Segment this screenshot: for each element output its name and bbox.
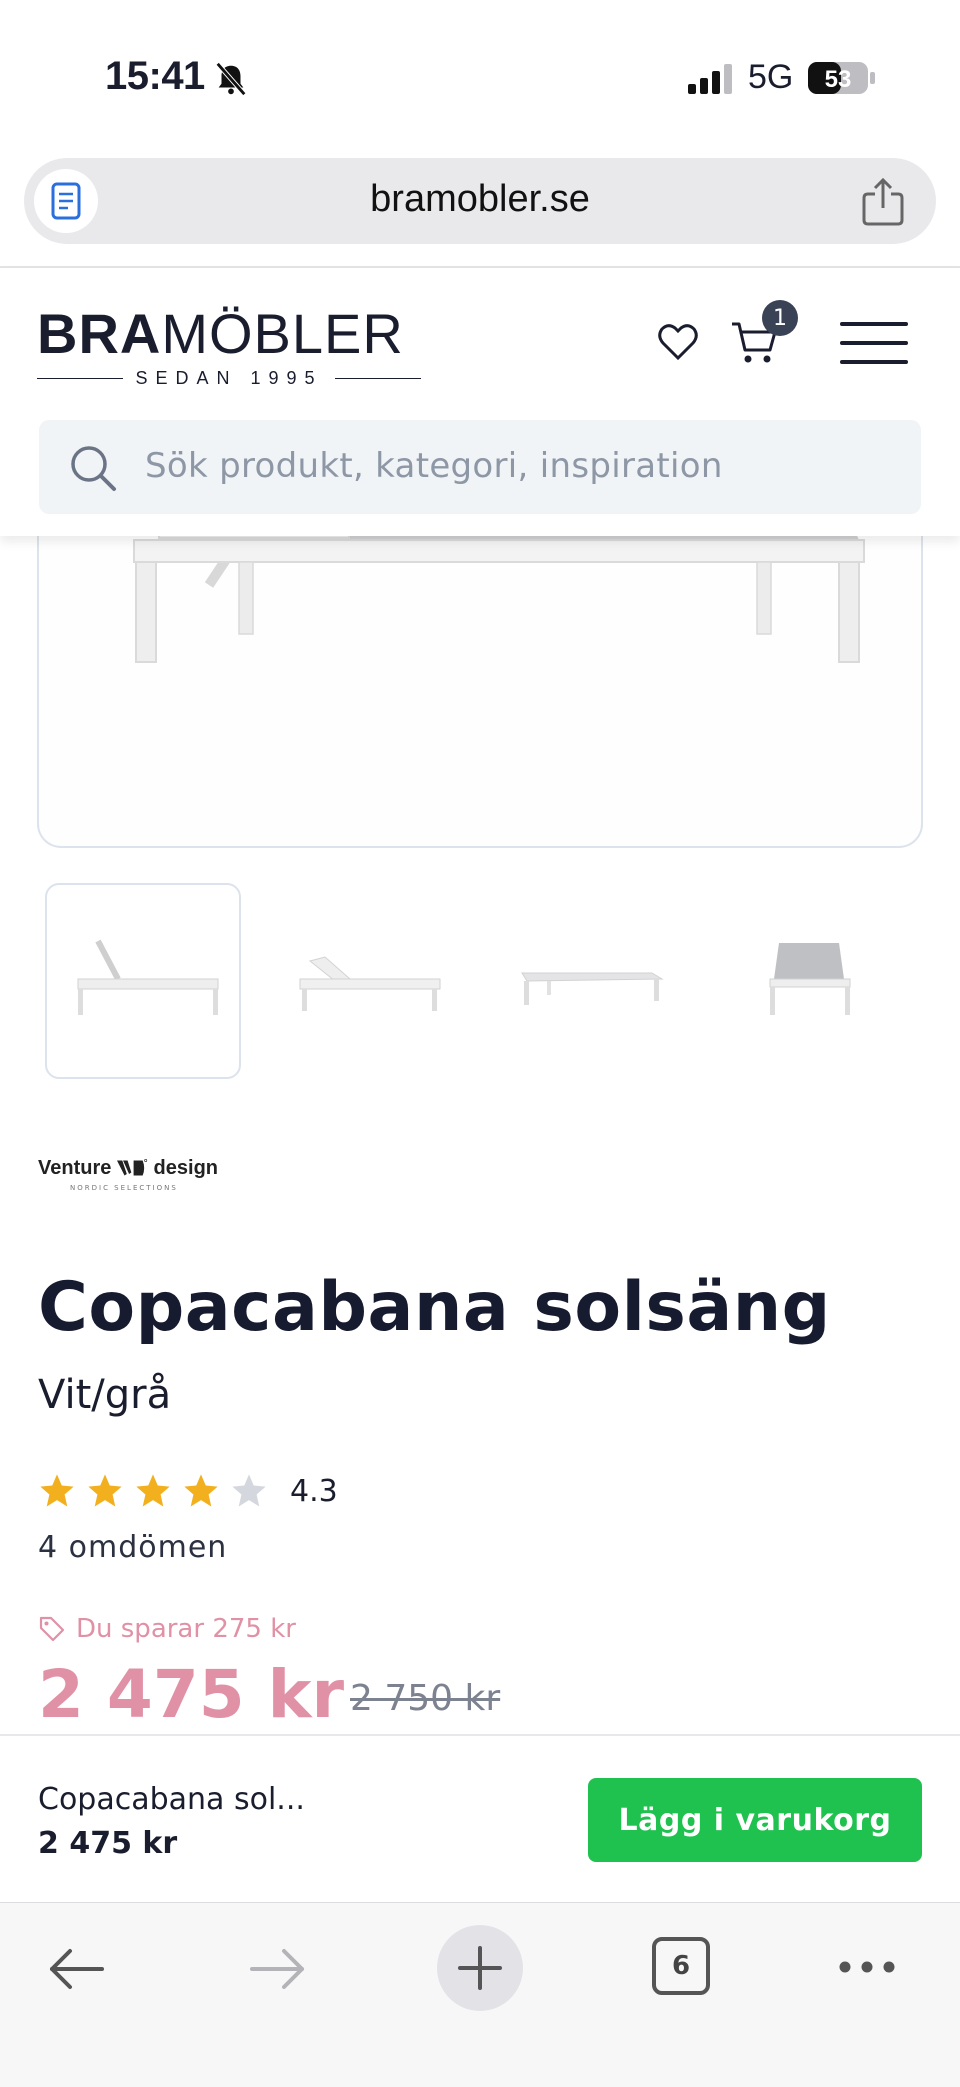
logo-rule-right bbox=[334, 377, 421, 380]
savings-label: Du sparar 275 kr bbox=[38, 1614, 296, 1644]
product-variant: Vit/grå bbox=[38, 1372, 172, 1418]
back-arrow-icon[interactable] bbox=[46, 1947, 106, 1991]
network-label: 5G bbox=[748, 58, 794, 96]
battery-level: 53 bbox=[825, 66, 852, 93]
site-header: BRAMÖBLER SEDAN 1995 1 Sök produkt, kate… bbox=[0, 268, 960, 536]
tabs-button[interactable]: 6 bbox=[652, 1937, 710, 1995]
signal-icon bbox=[688, 64, 732, 94]
sticky-product-price: 2 475 kr bbox=[38, 1826, 178, 1861]
original-price: 2 750 kr bbox=[350, 1678, 501, 1719]
thumbnail-1[interactable] bbox=[45, 883, 241, 1079]
share-icon[interactable] bbox=[860, 178, 906, 226]
brand-tagline: NORDIC SELECTIONS bbox=[70, 1184, 178, 1192]
forward-arrow-icon[interactable] bbox=[248, 1947, 308, 1991]
savings-text: Du sparar 275 kr bbox=[76, 1614, 296, 1644]
star-empty-icon bbox=[232, 1474, 266, 1507]
star-icon bbox=[40, 1474, 74, 1507]
brand-mark-icon bbox=[117, 1159, 148, 1176]
status-time: 15:41 bbox=[105, 54, 205, 98]
rating-value: 4.3 bbox=[290, 1473, 338, 1509]
thumbnail-image bbox=[77, 939, 219, 1015]
thumbnail-3[interactable] bbox=[489, 883, 685, 1079]
logo-rule-left bbox=[37, 377, 124, 380]
address-bar[interactable]: bramobler.se bbox=[24, 158, 936, 244]
battery-icon: 53 bbox=[808, 62, 875, 94]
search-icon bbox=[71, 446, 116, 491]
thumbnail-4[interactable] bbox=[711, 883, 907, 1079]
price-tag-icon bbox=[39, 1616, 65, 1642]
url-text[interactable]: bramobler.se bbox=[24, 178, 936, 221]
browser-toolbar: 6 bbox=[0, 1902, 960, 2087]
search-placeholder: Sök produkt, kategori, inspiration bbox=[145, 446, 723, 486]
search-input[interactable]: Sök produkt, kategori, inspiration bbox=[39, 420, 921, 514]
plus-icon bbox=[458, 1946, 502, 1990]
thumbnail-2[interactable] bbox=[267, 883, 463, 1079]
star-icon bbox=[136, 1474, 170, 1507]
wishlist-heart-icon[interactable] bbox=[656, 320, 700, 364]
sticky-cart-bar: Copacabana sol... 2 475 kr Lägg i varuko… bbox=[0, 1734, 960, 1902]
more-icon[interactable] bbox=[838, 1955, 896, 1979]
logo-light-text: MÖBLER bbox=[161, 302, 404, 365]
brand-name-right: design bbox=[153, 1156, 218, 1179]
thumbnail-image bbox=[299, 956, 441, 1011]
add-to-cart-button[interactable]: Lägg i varukorg bbox=[588, 1778, 922, 1862]
hamburger-menu-icon[interactable] bbox=[840, 322, 908, 366]
muted-bell-icon bbox=[215, 62, 247, 96]
star-icon bbox=[184, 1474, 218, 1507]
brand-name-left: Venture bbox=[38, 1156, 112, 1179]
sticky-product-name: Copacabana sol... bbox=[38, 1782, 305, 1817]
star-icon bbox=[88, 1474, 122, 1507]
status-bar: 15:41 5G 53 bbox=[0, 0, 960, 150]
product-title: Copacabana solsäng bbox=[38, 1268, 831, 1347]
thumbnail-strip bbox=[45, 883, 915, 1079]
product-rating[interactable]: 4.3 bbox=[38, 1472, 338, 1510]
review-count-link[interactable]: 4 omdömen bbox=[38, 1530, 227, 1565]
logo-tagline: SEDAN 1995 bbox=[135, 368, 323, 388]
thumbnail-image bbox=[769, 943, 851, 1015]
logo-bold-text: BRA bbox=[37, 302, 162, 365]
cart-count-badge[interactable]: 1 bbox=[762, 300, 798, 336]
current-price: 2 475 kr bbox=[38, 1656, 345, 1733]
thumbnail-image bbox=[521, 972, 664, 1005]
new-tab-button[interactable] bbox=[437, 1925, 523, 2011]
brand-logo[interactable]: Venture design NORDIC SELECTIONS bbox=[38, 1156, 218, 1206]
site-logo[interactable]: BRAMÖBLER SEDAN 1995 bbox=[37, 306, 421, 389]
